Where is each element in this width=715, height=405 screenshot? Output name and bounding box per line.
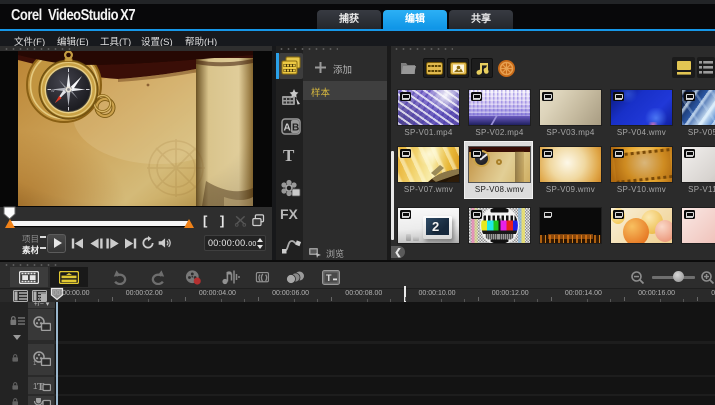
- svg-text:A: A: [284, 123, 291, 134]
- svg-text:T: T: [326, 273, 332, 283]
- svg-text:B: B: [292, 123, 299, 134]
